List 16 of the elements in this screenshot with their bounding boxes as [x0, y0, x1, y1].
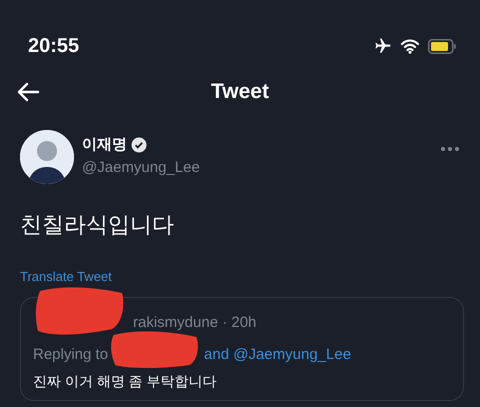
wifi-icon	[400, 38, 420, 54]
reply-text: 진짜 이거 해명 좀 부탁합니다	[33, 372, 218, 390]
status-time: 20:55	[28, 34, 80, 59]
author-handle[interactable]: @Jaemyung_Lee	[82, 156, 440, 179]
author-name[interactable]: 이재명	[82, 134, 127, 156]
replying-to-handles[interactable]: and @Jaemyung_Lee	[204, 346, 352, 362]
tweet-text: 친칠라식입니다	[20, 211, 175, 239]
back-arrow-icon[interactable]	[16, 82, 40, 102]
reply-meta: rakismydune · 20h	[132, 313, 258, 333]
page-title: Tweet	[211, 79, 270, 106]
replying-to-label: Replying to	[33, 346, 108, 362]
avatar[interactable]	[20, 130, 74, 184]
airplane-icon	[374, 37, 392, 55]
more-options-icon[interactable]	[440, 146, 460, 152]
battery-icon	[428, 38, 456, 54]
translate-link[interactable]: Translate Tweet	[20, 269, 112, 284]
